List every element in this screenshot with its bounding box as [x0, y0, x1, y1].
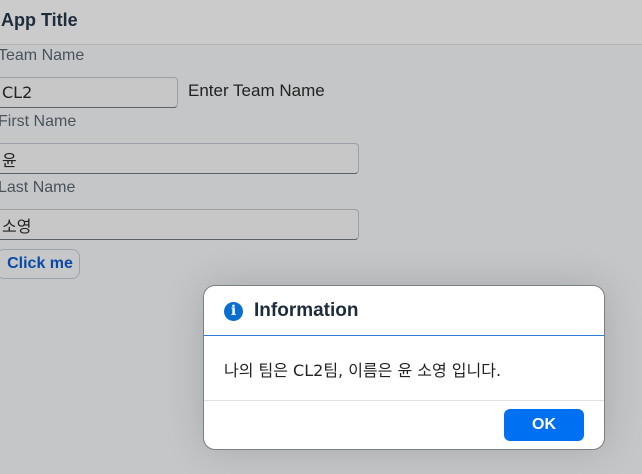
first-name-label: First Name	[0, 113, 77, 130]
info-icon: i	[224, 302, 243, 321]
dialog-header: i Information	[204, 286, 604, 336]
dialog-message: 나의 팀은 CL2팀, 이름은 윤 소영 입니다.	[224, 361, 502, 380]
app-header: App Title	[0, 0, 642, 45]
last-name-input[interactable]	[0, 209, 359, 240]
team-name-hint: Enter Team Name	[188, 81, 325, 100]
click-me-button[interactable]: Click me	[0, 249, 80, 279]
information-dialog: i Information 나의 팀은 CL2팀, 이름은 윤 소영 입니다. …	[203, 285, 605, 450]
ok-button[interactable]: OK	[504, 409, 584, 441]
dialog-body: 나의 팀은 CL2팀, 이름은 윤 소영 입니다.	[204, 336, 604, 401]
team-name-label: Team Name	[0, 47, 85, 64]
first-name-input[interactable]	[0, 143, 359, 174]
last-name-label: Last Name	[0, 179, 76, 196]
app-title: App Title	[1, 10, 78, 30]
team-name-input[interactable]	[0, 77, 178, 108]
dialog-title: Information	[254, 300, 359, 321]
